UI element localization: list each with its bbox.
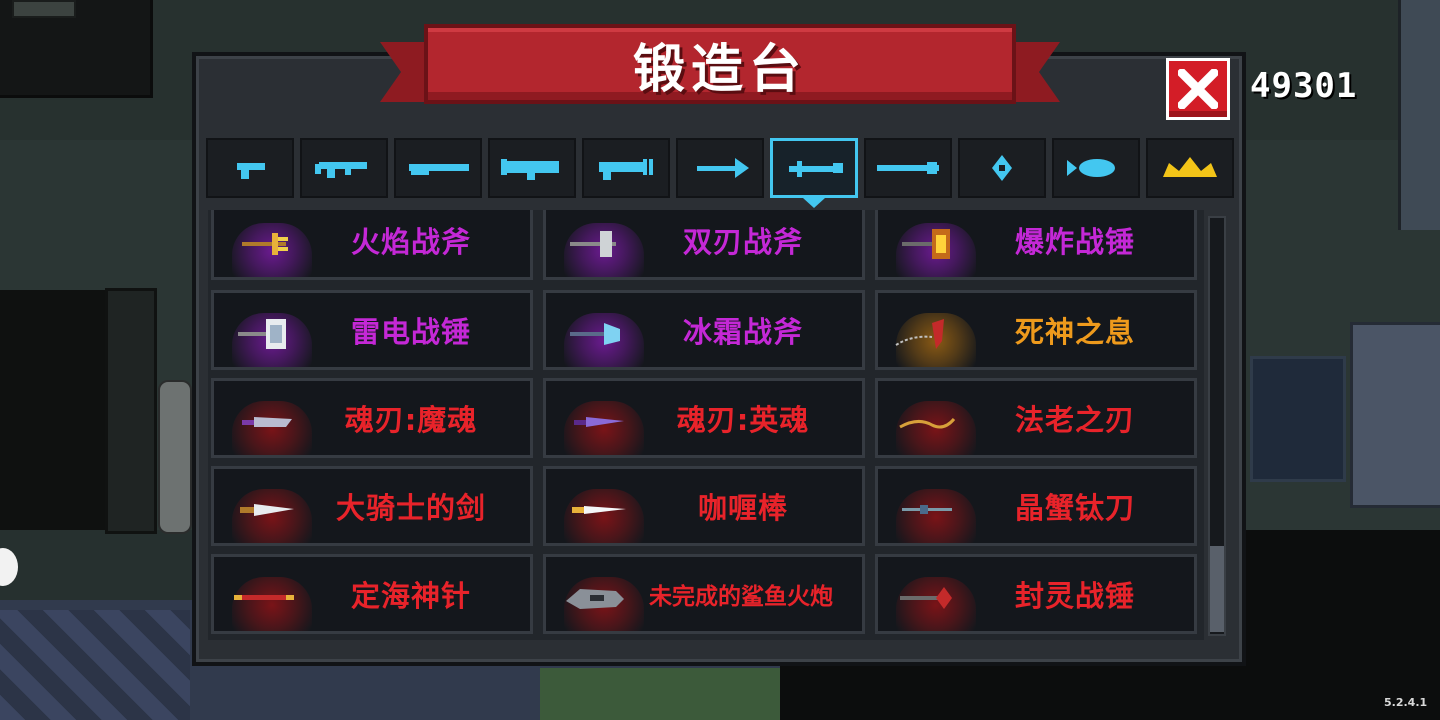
weapon-card[interactable]: 大骑士的剑 [211,466,533,546]
shotgun-icon [409,164,469,175]
pistol-icon [237,163,265,179]
weapon-card[interactable]: 晶蟹钛刀 [875,466,1197,546]
weapon-sprite-icon [570,231,616,257]
weapon-name: 爆炸战锤 [1014,225,1135,259]
weapon-name: 大骑士的剑 [335,491,486,525]
background-monitor [1250,356,1346,482]
weapon-card[interactable]: 咖喱棒 [543,466,865,546]
background-robot [1350,322,1440,508]
weapon-name: 双刃战斧 [682,225,803,259]
weapon-sprite-icon [240,504,294,516]
weapon-sprite-icon [902,229,950,259]
weapon-name: 封灵战锤 [1014,579,1135,613]
category-tab-fish[interactable] [1052,138,1140,198]
background-rocks [0,610,190,720]
weapon-sprite-icon [242,233,288,255]
weapon-name: 咖喱棒 [697,491,788,525]
bow-icon [697,158,749,178]
weapon-card[interactable]: 火焰战斧 [211,210,533,280]
background-machine [1398,0,1440,230]
category-tab-shotgun[interactable] [394,138,482,198]
category-tab-pistol[interactable] [206,138,294,198]
category-tab-laser[interactable] [582,138,670,198]
category-tab-throwing-star[interactable] [958,138,1046,198]
launcher-icon [501,159,559,180]
weapon-card[interactable]: 死神之息 [875,290,1197,370]
weapon-sprite-icon [895,319,944,349]
melee-icon [789,161,843,177]
weapon-sprite-icon [902,505,952,514]
weapon-sprite-icon [234,595,294,600]
weapon-sprite-icon [899,418,956,429]
scrollbar-thumb[interactable] [1210,546,1224,632]
selected-tab-pointer-icon [803,198,825,208]
weapon-sprite-icon [572,506,626,514]
weapon-name: 雷电战锤 [350,315,471,349]
weapon-name: 晶蟹钛刀 [1014,491,1135,525]
weapon-sprite-icon [242,417,292,427]
throwing-star-icon [992,155,1012,181]
forge-title: 锻造台 [632,39,807,100]
weapon-name: 法老之刃 [1014,403,1135,437]
weapon-grid: 火焰战斧 双刃战斧 爆炸战锤雷电战锤 冰霜战斧 死神之息魂刃:魔魂 魂刃:英魂 法老之刃大骑… [208,210,1204,640]
weapon-card[interactable]: 雷电战锤 [211,290,533,370]
category-tab-crown[interactable] [1146,138,1234,198]
close-x-icon [1178,69,1218,109]
forge-title-banner: 锻造台 [424,24,1016,104]
close-button[interactable] [1166,58,1230,120]
background-shadow [0,290,105,530]
score-counter: 49301 [1250,66,1358,106]
weapon-name: 定海神针 [350,579,471,613]
weapon-card[interactable]: 定海神针 [211,554,533,634]
weapon-name: 火焰战斧 [350,225,471,259]
weapon-sprite-icon [566,589,624,609]
weapon-name: 魂刃:英魂 [676,403,810,437]
rifle-icon [315,162,367,178]
category-tab-spear[interactable] [864,138,952,198]
category-tab-rifle[interactable] [300,138,388,198]
spear-icon [877,162,939,174]
background-gas-tank [158,380,192,534]
weapon-name: 冰霜战斧 [682,315,803,349]
background-grass [540,668,780,720]
weapon-sprite-icon [574,417,624,427]
weapon-sprite-icon [238,319,286,349]
weapon-card[interactable]: 未完成的鲨鱼火炮 [543,554,865,634]
joystick-indicator[interactable] [0,548,18,586]
weapon-name: 魂刃:魔魂 [344,403,478,437]
weapon-sprite-icon [900,587,952,609]
version-label: 5.2.4.1 [1384,696,1428,709]
category-tab-bow[interactable] [676,138,764,198]
weapon-name: 未完成的鲨鱼火炮 [649,584,833,610]
background-sign [12,0,76,18]
weapon-card[interactable]: 封灵战锤 [875,554,1197,634]
weapon-card[interactable]: 魂刃:英魂 [543,378,865,458]
weapon-name: 死神之息 [1014,315,1135,349]
weapon-card[interactable]: 魂刃:魔魂 [211,378,533,458]
weapon-category-tabs [206,138,1234,198]
weapon-sprite-icon [570,323,620,345]
background-pillar [105,288,157,534]
weapon-card[interactable]: 冰霜战斧 [543,290,865,370]
weapon-card[interactable]: 爆炸战锤 [875,210,1197,280]
weapon-card[interactable]: 双刃战斧 [543,210,865,280]
crown-icon [1163,157,1217,177]
category-tab-melee[interactable] [770,138,858,198]
category-tab-launcher[interactable] [488,138,576,198]
weapon-card[interactable]: 法老之刃 [875,378,1197,458]
laser-icon [599,159,653,180]
fish-icon [1067,159,1115,177]
